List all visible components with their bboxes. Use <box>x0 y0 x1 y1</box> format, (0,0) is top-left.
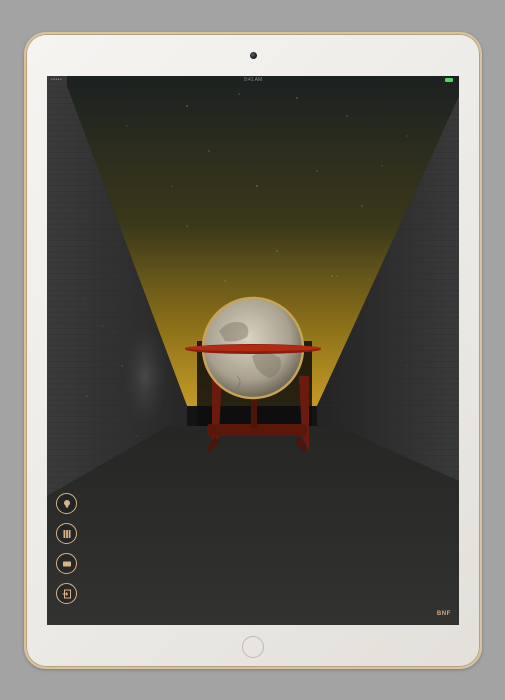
status-time: 9:41 AM <box>243 77 263 83</box>
books-button[interactable] <box>56 523 77 544</box>
light-button[interactable] <box>56 493 77 514</box>
front-camera <box>250 52 257 59</box>
bnf-logo: BNF <box>436 611 451 617</box>
battery-icon <box>445 78 453 82</box>
books-icon <box>63 529 70 538</box>
status-bar: ••••• 9:41 AM <box>47 76 459 84</box>
exit-button[interactable] <box>56 583 77 604</box>
home-button[interactable] <box>242 636 264 658</box>
exit-icon <box>62 589 71 598</box>
screen-icon <box>62 561 71 566</box>
wall-shadow <box>123 324 167 428</box>
screen-button[interactable] <box>56 553 77 574</box>
corridor-scene <box>47 76 459 625</box>
app-screen: ••••• 9:41 AM BNF <box>47 76 459 625</box>
lightbulb-icon <box>63 499 70 507</box>
